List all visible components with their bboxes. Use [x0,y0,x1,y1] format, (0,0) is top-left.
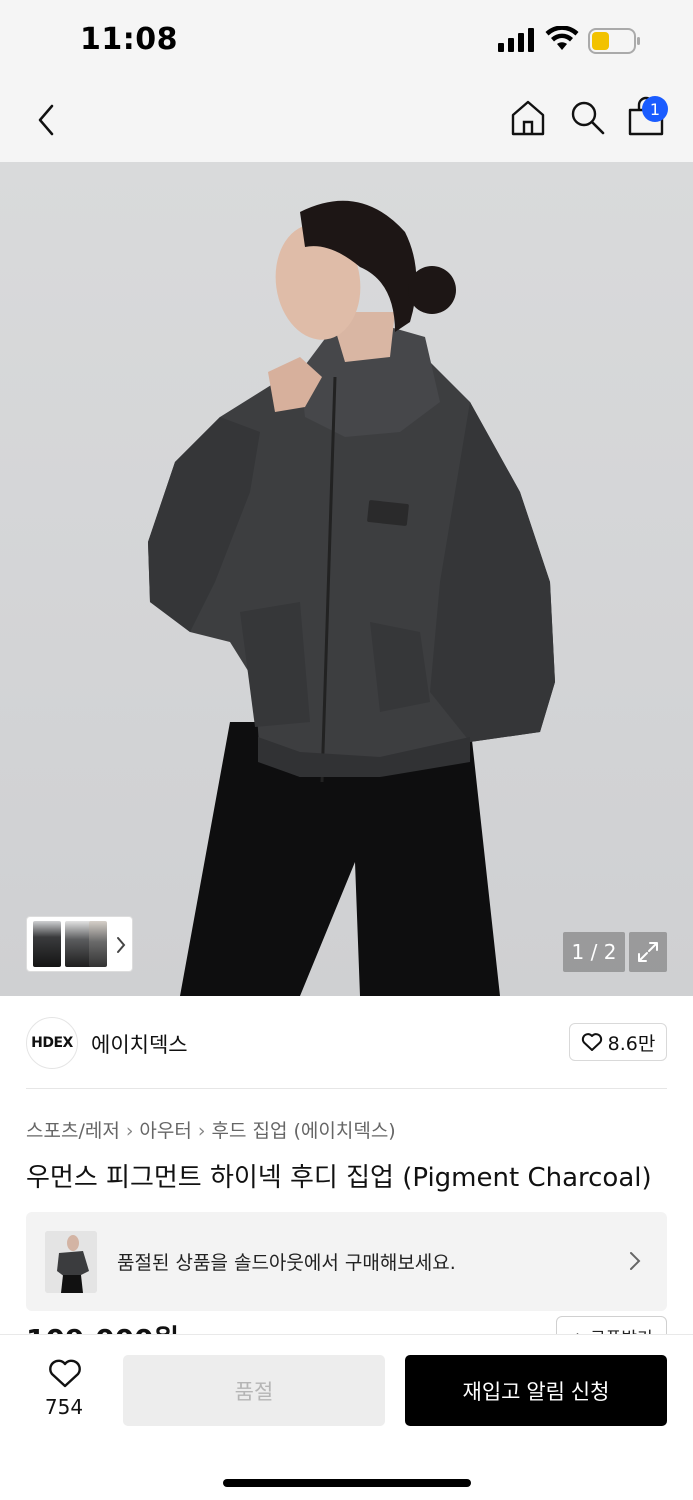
breadcrumb-item[interactable]: 스포츠/레저 [26,1120,120,1142]
sold-out-button[interactable]: 품절 [123,1355,385,1426]
search-icon[interactable] [568,98,608,138]
brand-logo[interactable]: HDEX [26,1017,78,1069]
home-indicator [223,1479,471,1487]
model-illustration [148,200,555,996]
image-counter: 1 / 2 [563,932,625,972]
brand-row: HDEX 에이치덱스 8.6만 [0,996,693,1090]
breadcrumb-separator-icon: › [197,1120,206,1142]
soldout-banner-text: 품절된 상품을 솔드아웃에서 구매해보세요. [117,1252,456,1274]
status-bar: 11:08 [0,0,693,80]
thumbnail-strip[interactable] [26,916,133,972]
back-chevron-icon[interactable] [30,100,62,140]
brand-name[interactable]: 에이치덱스 [91,1029,188,1059]
wifi-icon [545,26,579,50]
heart-icon [581,1033,602,1051]
home-icon[interactable] [508,98,548,138]
product-image[interactable]: 1 / 2 [0,162,693,996]
heart-icon [49,1359,81,1388]
top-nav [0,80,693,162]
wishlist-count: 754 [44,1395,84,1419]
soldout-banner[interactable]: 품절된 상품을 솔드아웃에서 구매해보세요. [26,1212,667,1311]
wishlist-button[interactable]: 754 [26,1355,102,1427]
chevron-right-icon [630,1252,641,1270]
brand-like-button[interactable]: 8.6만 [569,1023,667,1061]
breadcrumb-separator-icon: › [125,1120,134,1142]
brand-like-count: 8.6만 [607,1032,656,1055]
product-title: 우먼스 피그먼트 하이넥 후디 집업 (Pigment Charcoal) [26,1163,652,1193]
thumbnail-1[interactable] [33,921,61,967]
expand-icon[interactable] [629,932,667,972]
thumbnail-3[interactable] [89,921,107,967]
divider [26,1088,667,1089]
breadcrumb-item[interactable]: 아우터 [139,1120,191,1142]
breadcrumb-item[interactable]: 후드 집업 (에이치덱스) [211,1120,395,1142]
status-time: 11:08 [80,22,178,57]
battery-icon [588,28,640,54]
breadcrumb: 스포츠/레저 › 아우터 › 후드 집업 (에이치덱스) [26,1116,396,1143]
cellular-signal-icon [498,28,534,52]
restock-alert-button[interactable]: 재입고 알림 신청 [405,1355,667,1426]
thumbnail-more-chevron-icon[interactable] [114,935,128,955]
bottom-action-bar: 754 품절 재입고 알림 신청 [0,1334,693,1500]
soldout-thumbnail [45,1231,97,1293]
cart-count-badge: 1 [642,96,668,122]
